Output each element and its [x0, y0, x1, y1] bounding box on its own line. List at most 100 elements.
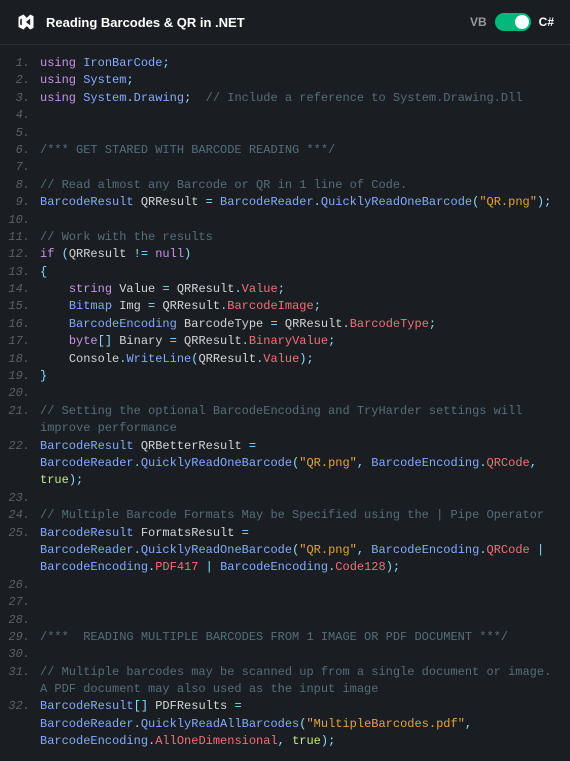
line-number: 12.: [8, 246, 40, 263]
line-number: 11.: [8, 229, 40, 246]
visual-studio-icon: [16, 12, 36, 32]
code-line: 30.: [8, 646, 562, 663]
header-bar: Reading Barcodes & QR in .NET VB C#: [0, 0, 570, 45]
code-content: Console.WriteLine(QRResult.Value);: [40, 351, 562, 368]
code-content: using System;: [40, 72, 562, 89]
code-content: Bitmap Img = QRResult.BarcodeImage;: [40, 298, 562, 315]
code-content: using IronBarCode;: [40, 55, 562, 72]
code-content: byte[] Binary = QRResult.BinaryValue;: [40, 333, 562, 350]
code-line: 25.BarcodeResult FormatsResult = Barcode…: [8, 525, 562, 577]
header-left: Reading Barcodes & QR in .NET: [16, 12, 245, 32]
line-number: 7.: [8, 159, 40, 176]
code-content: [40, 212, 562, 229]
code-line: 20.: [8, 385, 562, 402]
code-content: [40, 490, 562, 507]
toggle-knob: [515, 15, 529, 29]
code-content: BarcodeResult[] PDFResults = BarcodeRead…: [40, 698, 562, 750]
line-number: 17.: [8, 333, 40, 350]
code-content: BarcodeResult QRBetterResult = BarcodeRe…: [40, 438, 562, 490]
code-line: 8.// Read almost any Barcode or QR in 1 …: [8, 177, 562, 194]
line-number: 30.: [8, 646, 40, 663]
code-line: 13.{: [8, 264, 562, 281]
line-number: 5.: [8, 125, 40, 142]
code-line: 2.using System;: [8, 72, 562, 89]
line-number: 27.: [8, 594, 40, 611]
code-content: /*** READING MULTIPLE BARCODES FROM 1 IM…: [40, 629, 562, 646]
line-number: 28.: [8, 612, 40, 629]
code-line: 21.// Setting the optional BarcodeEncodi…: [8, 403, 562, 438]
line-number: 24.: [8, 507, 40, 524]
line-number: 15.: [8, 298, 40, 315]
code-content: /*** GET STARED WITH BARCODE READING ***…: [40, 142, 562, 159]
code-content: [40, 125, 562, 142]
code-editor[interactable]: 1.using IronBarCode;2.using System;3.usi…: [0, 45, 570, 761]
line-number: 20.: [8, 385, 40, 402]
code-line: 26.: [8, 577, 562, 594]
code-content: [40, 107, 562, 124]
line-number: 10.: [8, 212, 40, 229]
lang-vb-label[interactable]: VB: [470, 15, 487, 29]
code-line: 15. Bitmap Img = QRResult.BarcodeImage;: [8, 298, 562, 315]
toggle-switch[interactable]: [495, 13, 531, 31]
code-line: 23.: [8, 490, 562, 507]
code-content: // Multiple barcodes may be scanned up f…: [40, 664, 562, 699]
code-line: 28.: [8, 612, 562, 629]
code-content: [40, 577, 562, 594]
code-line: 32.BarcodeResult[] PDFResults = BarcodeR…: [8, 698, 562, 750]
code-content: {: [40, 264, 562, 281]
lang-cs-label[interactable]: C#: [539, 15, 554, 29]
code-line: 10.: [8, 212, 562, 229]
line-number: 32.: [8, 698, 40, 715]
code-line: 11.// Work with the results: [8, 229, 562, 246]
code-line: 5.: [8, 125, 562, 142]
code-line: 17. byte[] Binary = QRResult.BinaryValue…: [8, 333, 562, 350]
code-content: using System.Drawing; // Include a refer…: [40, 90, 562, 107]
code-content: [40, 159, 562, 176]
line-number: 26.: [8, 577, 40, 594]
page-title: Reading Barcodes & QR in .NET: [46, 15, 245, 30]
code-line: 22.BarcodeResult QRBetterResult = Barcod…: [8, 438, 562, 490]
code-line: 27.: [8, 594, 562, 611]
code-line: 1.using IronBarCode;: [8, 55, 562, 72]
code-content: [40, 385, 562, 402]
line-number: 9.: [8, 194, 40, 211]
code-content: [40, 612, 562, 629]
code-content: // Multiple Barcode Formats May be Speci…: [40, 507, 562, 524]
line-number: 13.: [8, 264, 40, 281]
line-number: 3.: [8, 90, 40, 107]
code-line: 6./*** GET STARED WITH BARCODE READING *…: [8, 142, 562, 159]
line-number: 8.: [8, 177, 40, 194]
code-content: BarcodeEncoding BarcodeType = QRResult.B…: [40, 316, 562, 333]
line-number: 21.: [8, 403, 40, 420]
code-line: 14. string Value = QRResult.Value;: [8, 281, 562, 298]
line-number: 16.: [8, 316, 40, 333]
code-line: 18. Console.WriteLine(QRResult.Value);: [8, 351, 562, 368]
code-content: [40, 594, 562, 611]
code-content: BarcodeResult FormatsResult = BarcodeRea…: [40, 525, 562, 577]
code-content: string Value = QRResult.Value;: [40, 281, 562, 298]
code-line: 3.using System.Drawing; // Include a ref…: [8, 90, 562, 107]
line-number: 25.: [8, 525, 40, 542]
line-number: 22.: [8, 438, 40, 455]
line-number: 18.: [8, 351, 40, 368]
code-line: 29./*** READING MULTIPLE BARCODES FROM 1…: [8, 629, 562, 646]
code-content: }: [40, 368, 562, 385]
code-content: // Work with the results: [40, 229, 562, 246]
code-line: 24.// Multiple Barcode Formats May be Sp…: [8, 507, 562, 524]
line-number: 1.: [8, 55, 40, 72]
line-number: 6.: [8, 142, 40, 159]
line-number: 14.: [8, 281, 40, 298]
line-number: 31.: [8, 664, 40, 681]
code-content: // Setting the optional BarcodeEncoding …: [40, 403, 562, 438]
code-line: 7.: [8, 159, 562, 176]
code-line: 31.// Multiple barcodes may be scanned u…: [8, 664, 562, 699]
line-number: 4.: [8, 107, 40, 124]
code-line: 16. BarcodeEncoding BarcodeType = QRResu…: [8, 316, 562, 333]
code-content: if (QRResult != null): [40, 246, 562, 263]
line-number: 19.: [8, 368, 40, 385]
line-number: 23.: [8, 490, 40, 507]
code-line: 12.if (QRResult != null): [8, 246, 562, 263]
language-toggle: VB C#: [470, 13, 554, 31]
code-line: 9.BarcodeResult QRResult = BarcodeReader…: [8, 194, 562, 211]
line-number: 29.: [8, 629, 40, 646]
